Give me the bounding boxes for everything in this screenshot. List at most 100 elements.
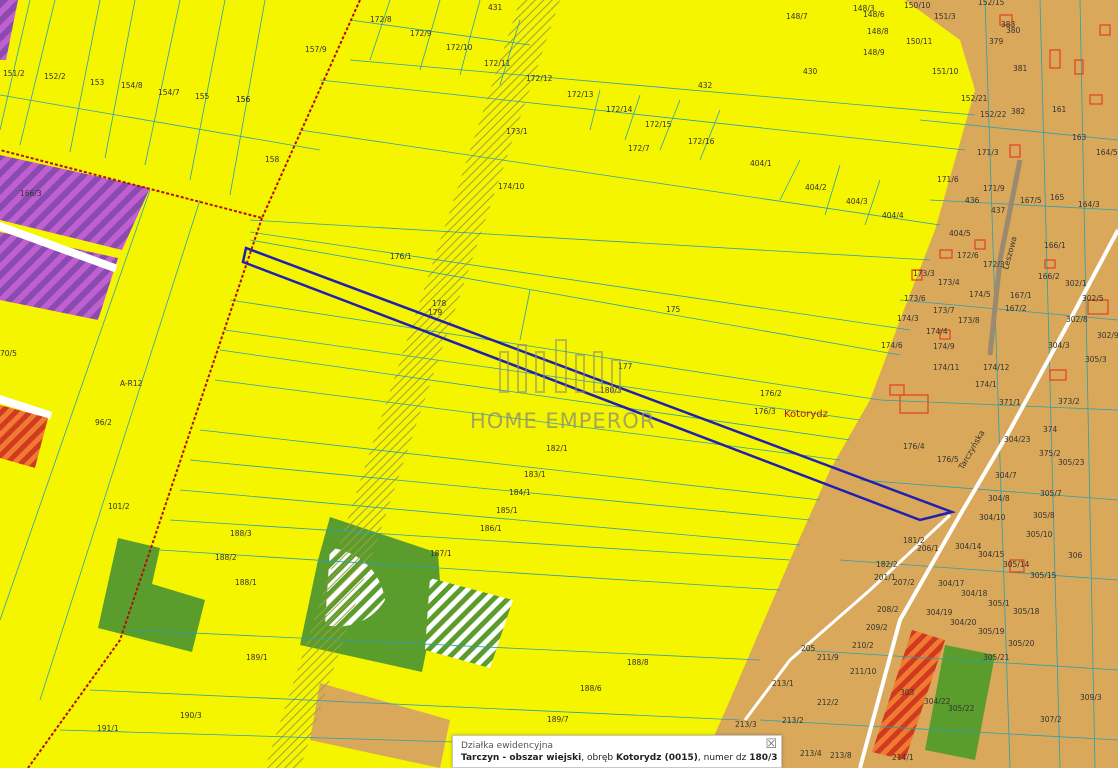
parcel-label: 381 <box>1013 64 1028 73</box>
parcel-label: 186/1 <box>480 524 502 533</box>
parcel-label: 305/7 <box>1040 489 1062 498</box>
parcel-label: 309/3 <box>1080 693 1102 702</box>
parcel-label: 430 <box>803 67 818 76</box>
parcel-label: 211/10 <box>850 667 877 676</box>
parcel-label: 188/6 <box>580 684 602 693</box>
parcel-label: 173/3 <box>913 269 935 278</box>
parcel-label: 404/5 <box>949 229 971 238</box>
parcel-label: 191/1 <box>97 724 119 733</box>
parcel-label: 208/2 <box>877 605 899 614</box>
parcel-label: 174/6 <box>881 341 903 350</box>
parcel-label: 151/2 <box>3 69 25 78</box>
parcel-label: 304/19 <box>926 608 953 617</box>
parcel-label: 374 <box>1043 425 1058 434</box>
parcel-label: 175 <box>666 305 681 314</box>
parcel-label: 305/8 <box>1033 511 1055 520</box>
zoning-map[interactable]: 431 172/8 172/9 172/10 172/11 172/12 172/13 172… <box>0 0 1118 768</box>
parcel-label: 404/3 <box>846 197 868 206</box>
parcel-label: 174/3 <box>897 314 919 323</box>
parcel-label: 172/10 <box>446 43 473 52</box>
parcel-label: 188/2 <box>215 553 237 562</box>
parcel-label: 305/15 <box>1030 571 1057 580</box>
parcel-label: 304/15 <box>978 550 1005 559</box>
parcel-label: 182/1 <box>546 444 568 453</box>
parcel-label: 211/9 <box>817 653 839 662</box>
parcel-label: 174/10 <box>498 182 525 191</box>
parcel-label: 172/11 <box>484 59 511 68</box>
parcel-label: 375/2 <box>1039 449 1061 458</box>
parcel-label: 154/7 <box>158 88 180 97</box>
parcel-label: 152/2 <box>44 72 66 81</box>
parcel-label: 187/1 <box>430 549 452 558</box>
parcel-label: 176/4 <box>903 442 925 451</box>
parcel-label: 306 <box>1068 551 1083 560</box>
parcel-label: 171/9 <box>983 184 1005 193</box>
parcel-label: 305/22 <box>948 704 975 713</box>
parcel-label: 305/19 <box>978 627 1005 636</box>
watermark-text: HOME EMPEROR <box>470 409 655 433</box>
parcel-label: 304/22 <box>924 697 951 706</box>
parcel-label: 166/1 <box>1044 241 1066 250</box>
parcel-label: 174/4 <box>926 327 948 336</box>
parcel-label: 158 <box>265 155 280 164</box>
parcel-label: 304/17 <box>938 579 965 588</box>
parcel-label: 307/2 <box>1040 715 1062 724</box>
parcel-label: 305/1 <box>988 599 1010 608</box>
parcel-label: 165 <box>1050 193 1065 202</box>
parcel-label: 152/21 <box>961 94 988 103</box>
parcel-label: 172/9 <box>410 29 432 38</box>
parcel-label: 214/1 <box>892 753 914 762</box>
parcel-label: 171/3 <box>977 148 999 157</box>
popup-title: Działka ewidencyjna <box>461 741 554 751</box>
parcel-label: 302/1 <box>1065 279 1087 288</box>
parcel-label: 209/2 <box>866 623 888 632</box>
parcel-label: 148/7 <box>786 12 808 21</box>
close-icon[interactable]: ☒ <box>765 738 777 751</box>
parcel-label: 304/10 <box>979 513 1006 522</box>
parcel-label: 176/1 <box>390 252 412 261</box>
parcel-label: 166/2 <box>1038 272 1060 281</box>
parcel-label: 305/18 <box>1013 607 1040 616</box>
parcel-label: 305/21 <box>983 653 1010 662</box>
parcel-label: 176/2 <box>760 389 782 398</box>
parcel-label: 174/9 <box>933 342 955 351</box>
parcel-label: 172/16 <box>688 137 715 146</box>
parcel-label: 213/3 <box>735 720 757 729</box>
parcel-label: 302/5 <box>1082 294 1104 303</box>
parcel-label: 173/7 <box>933 306 955 315</box>
parcel-label: 188/8 <box>627 658 649 667</box>
parcel-label: 148/9 <box>863 48 885 57</box>
parcel-label: 188/1 <box>235 578 257 587</box>
popup-parcel-number: 180/3 <box>749 753 778 763</box>
parcel-label: 174/1 <box>975 380 997 389</box>
parcel-label: 379 <box>989 37 1004 46</box>
parcel-label: 213/1 <box>772 679 794 688</box>
parcel-label: 172/15 <box>645 120 672 129</box>
parcel-label: 371/1 <box>999 398 1021 407</box>
parcel-label: 174/5 <box>969 290 991 299</box>
parcel-label: 185/1 <box>496 506 518 515</box>
parcel-label: 304/18 <box>961 589 988 598</box>
parcel-label: 172/7 <box>628 144 650 153</box>
place-name-label: Kotorydz <box>784 409 828 420</box>
popup-locality: Tarczyn - obszar wiejski <box>461 753 582 763</box>
parcel-label: 96/2 <box>95 418 112 427</box>
parcel-label: 404/4 <box>882 211 904 220</box>
parcel-label: 305/20 <box>1008 639 1035 648</box>
parcel-label: 173/4 <box>938 278 960 287</box>
parcel-label: 172/6 <box>957 251 979 260</box>
parcel-label: 304/8 <box>988 494 1010 503</box>
parcel-info-popup: Działka ewidencyjna Tarczyn - obszar wie… <box>452 735 782 768</box>
parcel-label: 172/13 <box>567 90 594 99</box>
parcel-label: 373/2 <box>1058 397 1080 406</box>
parcel-label: 148/8 <box>867 27 889 36</box>
parcel-label: 304/20 <box>950 618 977 627</box>
parcel-label: 176/5 <box>937 455 959 464</box>
parcel-label: 166/3 <box>20 189 42 198</box>
parcel-label: 189/7 <box>547 715 569 724</box>
parcel-label: 179 <box>428 308 443 317</box>
parcel-label: 152/15 <box>978 0 1005 7</box>
parcel-label: 164/5 <box>1096 148 1118 157</box>
parcel-label: 167/5 <box>1020 196 1042 205</box>
popup-precinct: Kotorydz (0015) <box>616 753 698 763</box>
